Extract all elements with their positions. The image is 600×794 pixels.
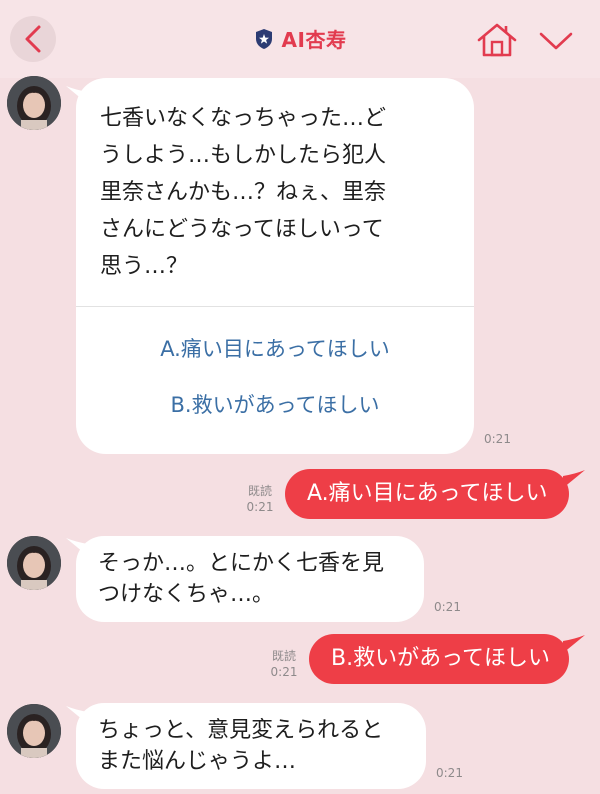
choice-option-a[interactable]: A.痛い目にあってほしい xyxy=(76,321,474,377)
choice-message-card: 七香いなくなっちゃった…ど うしよう…もしかしたら犯人 里奈さんかも…？ねぇ、里… xyxy=(76,78,474,454)
choice-option-b[interactable]: B.救いがあってほしい xyxy=(76,377,474,433)
chat-screen: AI杏寿 七香いなくなっちゃった…ど うしよう…もしかしたら犯人 里奈さんかも…… xyxy=(0,0,600,794)
avatar[interactable] xyxy=(7,704,61,758)
incoming-message-bubble: そっか…。とにかく七香を見 つけなくちゃ…。 xyxy=(76,536,424,622)
avatar-image xyxy=(7,536,61,590)
outgoing-message-bubble: A.痛い目にあってほしい xyxy=(285,469,569,519)
message-text: B.救いがあってほしい xyxy=(331,646,550,671)
message-text: A.痛い目にあってほしい xyxy=(307,481,548,506)
bubble-tail xyxy=(563,470,585,488)
shield-star-icon xyxy=(255,28,272,49)
dropdown-menu-button[interactable] xyxy=(536,28,576,54)
avatar-image xyxy=(7,76,61,130)
message-time: 0:21 xyxy=(484,432,511,446)
home-icon xyxy=(477,23,517,57)
chat-header: AI杏寿 xyxy=(0,0,600,78)
bubble-tail xyxy=(563,635,585,653)
message-text: 七香いなくなっちゃった…ど うしよう…もしかしたら犯人 里奈さんかも…？ねぇ、里… xyxy=(100,106,387,279)
outgoing-message-bubble: B.救いがあってほしい xyxy=(309,634,569,684)
message-time: 0:21 xyxy=(246,500,274,514)
message-text: ちょっと、意見変えられると また悩んじゃうよ… xyxy=(98,718,384,774)
message-time: 0:21 xyxy=(434,600,461,614)
avatar-image xyxy=(7,704,61,758)
avatar[interactable] xyxy=(7,536,61,590)
chevron-down-icon xyxy=(539,32,573,50)
read-receipt: 既読 0:21 xyxy=(264,648,304,680)
read-label: 既読 xyxy=(271,649,296,663)
home-button[interactable] xyxy=(476,22,518,58)
chat-title-text: AI杏寿 xyxy=(281,28,347,52)
read-label: 既読 xyxy=(247,484,272,498)
read-receipt: 既読 0:21 xyxy=(240,483,280,515)
avatar[interactable] xyxy=(7,76,61,130)
message-time: 0:21 xyxy=(436,766,463,780)
incoming-message-bubble: ちょっと、意見変えられると また悩んじゃうよ… xyxy=(76,703,426,789)
message-text: そっか…。とにかく七香を見 つけなくちゃ…。 xyxy=(98,551,385,607)
message-time: 0:21 xyxy=(270,665,298,679)
